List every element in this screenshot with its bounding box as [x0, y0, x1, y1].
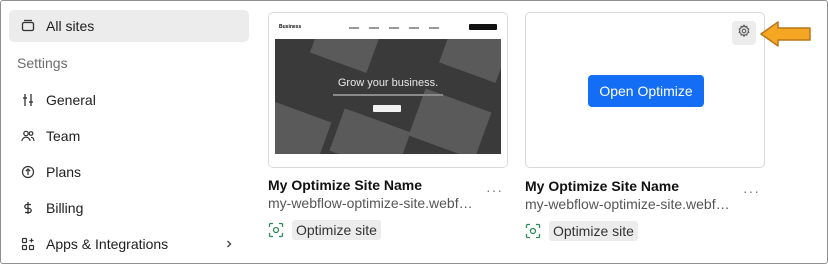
site-name[interactable]: My Optimize Site Name	[525, 178, 679, 194]
optimize-icon	[268, 222, 284, 238]
sidebar-item-all-sites[interactable]: All sites	[9, 10, 249, 42]
thumbnail-navbar: Business	[275, 19, 501, 39]
sidebar: All sites Settings General Team Plans Bi…	[9, 0, 249, 264]
sites-icon	[20, 18, 36, 34]
thumbnail-headline: Grow your business.	[337, 77, 439, 89]
more-options-button[interactable]: ···	[486, 182, 503, 198]
sidebar-item-label: Billing	[46, 200, 84, 216]
plans-icon	[20, 164, 36, 180]
thumbnail-nav-button	[469, 24, 497, 30]
gear-icon	[737, 23, 751, 43]
apps-icon	[20, 236, 36, 252]
site-settings-button[interactable]	[732, 21, 756, 45]
sidebar-item-plans[interactable]: Plans	[9, 156, 249, 188]
team-icon	[20, 128, 36, 144]
sidebar-item-team[interactable]: Team	[9, 120, 249, 152]
optimize-site-row[interactable]: Optimize site	[525, 221, 638, 241]
chevron-right-icon	[223, 237, 235, 249]
sidebar-item-label: All sites	[46, 18, 95, 34]
thumbnail-hero: Grow your business.	[275, 39, 501, 154]
site-card-optimize: Open Optimize	[525, 12, 765, 168]
sidebar-item-general[interactable]: General	[9, 84, 249, 116]
sidebar-item-label: Apps & Integrations	[46, 236, 169, 252]
site-card-thumbnail[interactable]: Business Grow your business.	[268, 12, 508, 168]
more-options-button[interactable]: ···	[743, 183, 760, 199]
sliders-icon	[20, 92, 36, 108]
sidebar-item-billing[interactable]: Billing	[9, 192, 249, 224]
sidebar-item-label: Plans	[46, 164, 82, 180]
site-url: my-webflow-optimize-site.webflow.io	[525, 196, 730, 212]
optimize-site-row[interactable]: Optimize site	[268, 220, 381, 240]
sidebar-item-label: Team	[46, 128, 81, 144]
settings-heading: Settings	[17, 55, 68, 71]
dollar-icon	[20, 200, 36, 216]
optimize-icon	[525, 223, 541, 239]
thumbnail-nav-links	[349, 27, 439, 29]
sidebar-item-label: General	[46, 92, 96, 108]
optimize-site-badge: Optimize site	[549, 221, 638, 241]
optimize-site-badge: Optimize site	[292, 220, 381, 240]
site-thumbnail: Business Grow your business.	[275, 19, 501, 159]
thumbnail-subtext	[333, 94, 443, 96]
open-optimize-button[interactable]: Open Optimize	[588, 75, 704, 107]
site-name[interactable]: My Optimize Site Name	[268, 177, 422, 193]
site-url: my-webflow-optimize-site.webflow.io	[268, 195, 473, 211]
thumbnail-logo: Business	[279, 24, 302, 30]
thumbnail-hero-button	[373, 105, 401, 112]
annotation-arrow-icon	[760, 21, 811, 47]
sidebar-item-apps-integrations[interactable]: Apps & Integrations	[9, 228, 249, 260]
